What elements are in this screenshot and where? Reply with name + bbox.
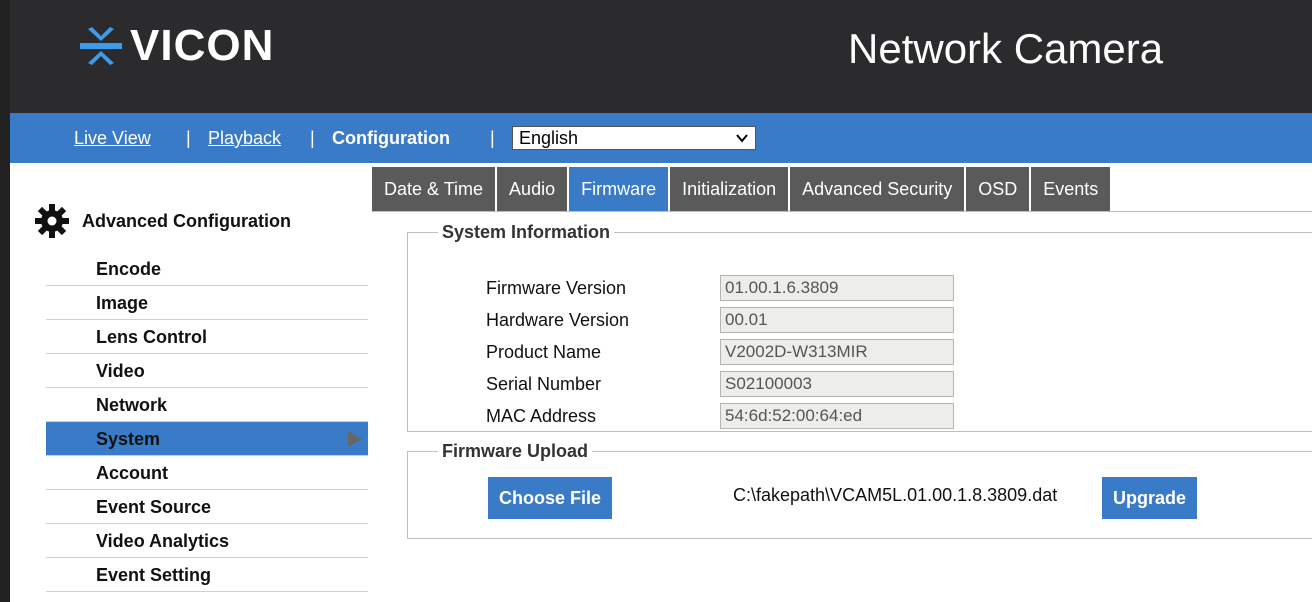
sidebar-item-label: Video Analytics: [96, 531, 230, 551]
firmware-upload-legend: Firmware Upload: [442, 441, 589, 461]
tab-firmware[interactable]: Firmware: [569, 167, 669, 211]
serial-number-field: S02100003: [720, 371, 954, 397]
sidebar-header: Advanced Configuration: [35, 196, 368, 246]
selected-file-path: C:\fakepath\VCAM5L.01.00.1.8.3809.dat: [733, 485, 1058, 505]
sidebar-item-event-source[interactable]: Event Source: [46, 490, 368, 524]
info-row-firmware-version: Firmware Version 01.00.1.6.3809: [486, 275, 954, 301]
info-row-mac-address: MAC Address 54:6d:52:00:64:ed: [486, 403, 954, 429]
firmware-version-field: 01.00.1.6.3809: [720, 275, 954, 301]
sidebar-item-label: Network: [96, 395, 168, 415]
sidebar-item-label: Image: [96, 293, 149, 313]
system-information-legend: System Information: [442, 222, 611, 242]
vicon-logo: VICON: [78, 23, 274, 69]
hardware-version-field: 00.01: [720, 307, 954, 333]
config-tabs: Date & Time Audio Firmware Initializatio…: [372, 167, 1112, 211]
choose-file-button[interactable]: Choose File: [488, 477, 612, 519]
sidebar-item-account[interactable]: Account: [46, 456, 368, 490]
chevron-down-icon: [736, 134, 748, 143]
language-value: English: [519, 128, 579, 148]
nav-separator: |: [310, 128, 315, 148]
tab-date-time[interactable]: Date & Time: [372, 167, 496, 211]
tab-audio[interactable]: Audio: [497, 167, 568, 211]
app-header: VICON Network Camera: [10, 0, 1312, 113]
sidebar-item-image[interactable]: Image: [46, 286, 368, 320]
product-title: Network Camera: [848, 25, 1164, 72]
top-nav: Live View | Playback | Configuration | E…: [10, 113, 1312, 163]
info-label: Hardware Version: [486, 309, 630, 330]
info-row-hardware-version: Hardware Version 00.01: [486, 307, 954, 333]
info-label: Product Name: [486, 341, 602, 362]
sidebar-item-video-analytics[interactable]: Video Analytics: [46, 524, 368, 558]
sidebar: Advanced Configuration Encode Image Lens…: [35, 196, 368, 592]
system-information-group: System Information Firmware Version 01.0…: [407, 222, 1312, 432]
sidebar-item-network[interactable]: Network: [46, 388, 368, 422]
sidebar-item-label: Account: [96, 463, 168, 483]
sidebar-item-label: Video: [96, 361, 145, 381]
sidebar-item-label: Event Setting: [96, 565, 212, 585]
logo-text: VICON: [130, 21, 275, 70]
sidebar-item-label: Lens Control: [96, 327, 207, 347]
sidebar-item-video[interactable]: Video: [46, 354, 368, 388]
window-edge: [0, 0, 10, 602]
sidebar-item-label: System: [96, 429, 161, 449]
upgrade-button[interactable]: Upgrade: [1102, 477, 1197, 519]
info-row-serial-number: Serial Number S02100003: [486, 371, 954, 397]
arrow-right-icon: [348, 431, 362, 447]
nav-separator: |: [186, 128, 191, 148]
sidebar-item-label: Encode: [96, 259, 162, 279]
tab-initialization[interactable]: Initialization: [670, 167, 789, 211]
sidebar-item-lens-control[interactable]: Lens Control: [46, 320, 368, 354]
gear-icon: [35, 204, 69, 238]
tab-events[interactable]: Events: [1031, 167, 1111, 211]
sidebar-menu: Encode Image Lens Control Video Network …: [46, 252, 368, 592]
tab-divider: [372, 211, 1312, 212]
sidebar-item-system[interactable]: System: [46, 422, 368, 456]
tab-advanced-security[interactable]: Advanced Security: [790, 167, 965, 211]
product-name-field: V2002D-W313MIR: [720, 339, 954, 365]
sidebar-item-encode[interactable]: Encode: [46, 252, 368, 286]
nav-configuration[interactable]: Configuration: [332, 128, 450, 148]
info-row-product-name: Product Name V2002D-W313MIR: [486, 339, 954, 365]
nav-live-view[interactable]: Live View: [74, 128, 151, 148]
tab-osd[interactable]: OSD: [966, 167, 1030, 211]
nav-separator: |: [490, 128, 495, 148]
nav-playback[interactable]: Playback: [208, 128, 281, 148]
sidebar-item-label: Event Source: [96, 497, 212, 517]
info-label: Firmware Version: [486, 277, 627, 298]
vicon-star-icon: [80, 27, 122, 65]
mac-address-field: 54:6d:52:00:64:ed: [720, 403, 954, 429]
language-select[interactable]: English: [512, 126, 756, 150]
info-label: Serial Number: [486, 373, 602, 394]
info-label: MAC Address: [486, 405, 597, 426]
sidebar-title: Advanced Configuration: [82, 210, 292, 231]
sidebar-item-event-setting[interactable]: Event Setting: [46, 558, 368, 592]
